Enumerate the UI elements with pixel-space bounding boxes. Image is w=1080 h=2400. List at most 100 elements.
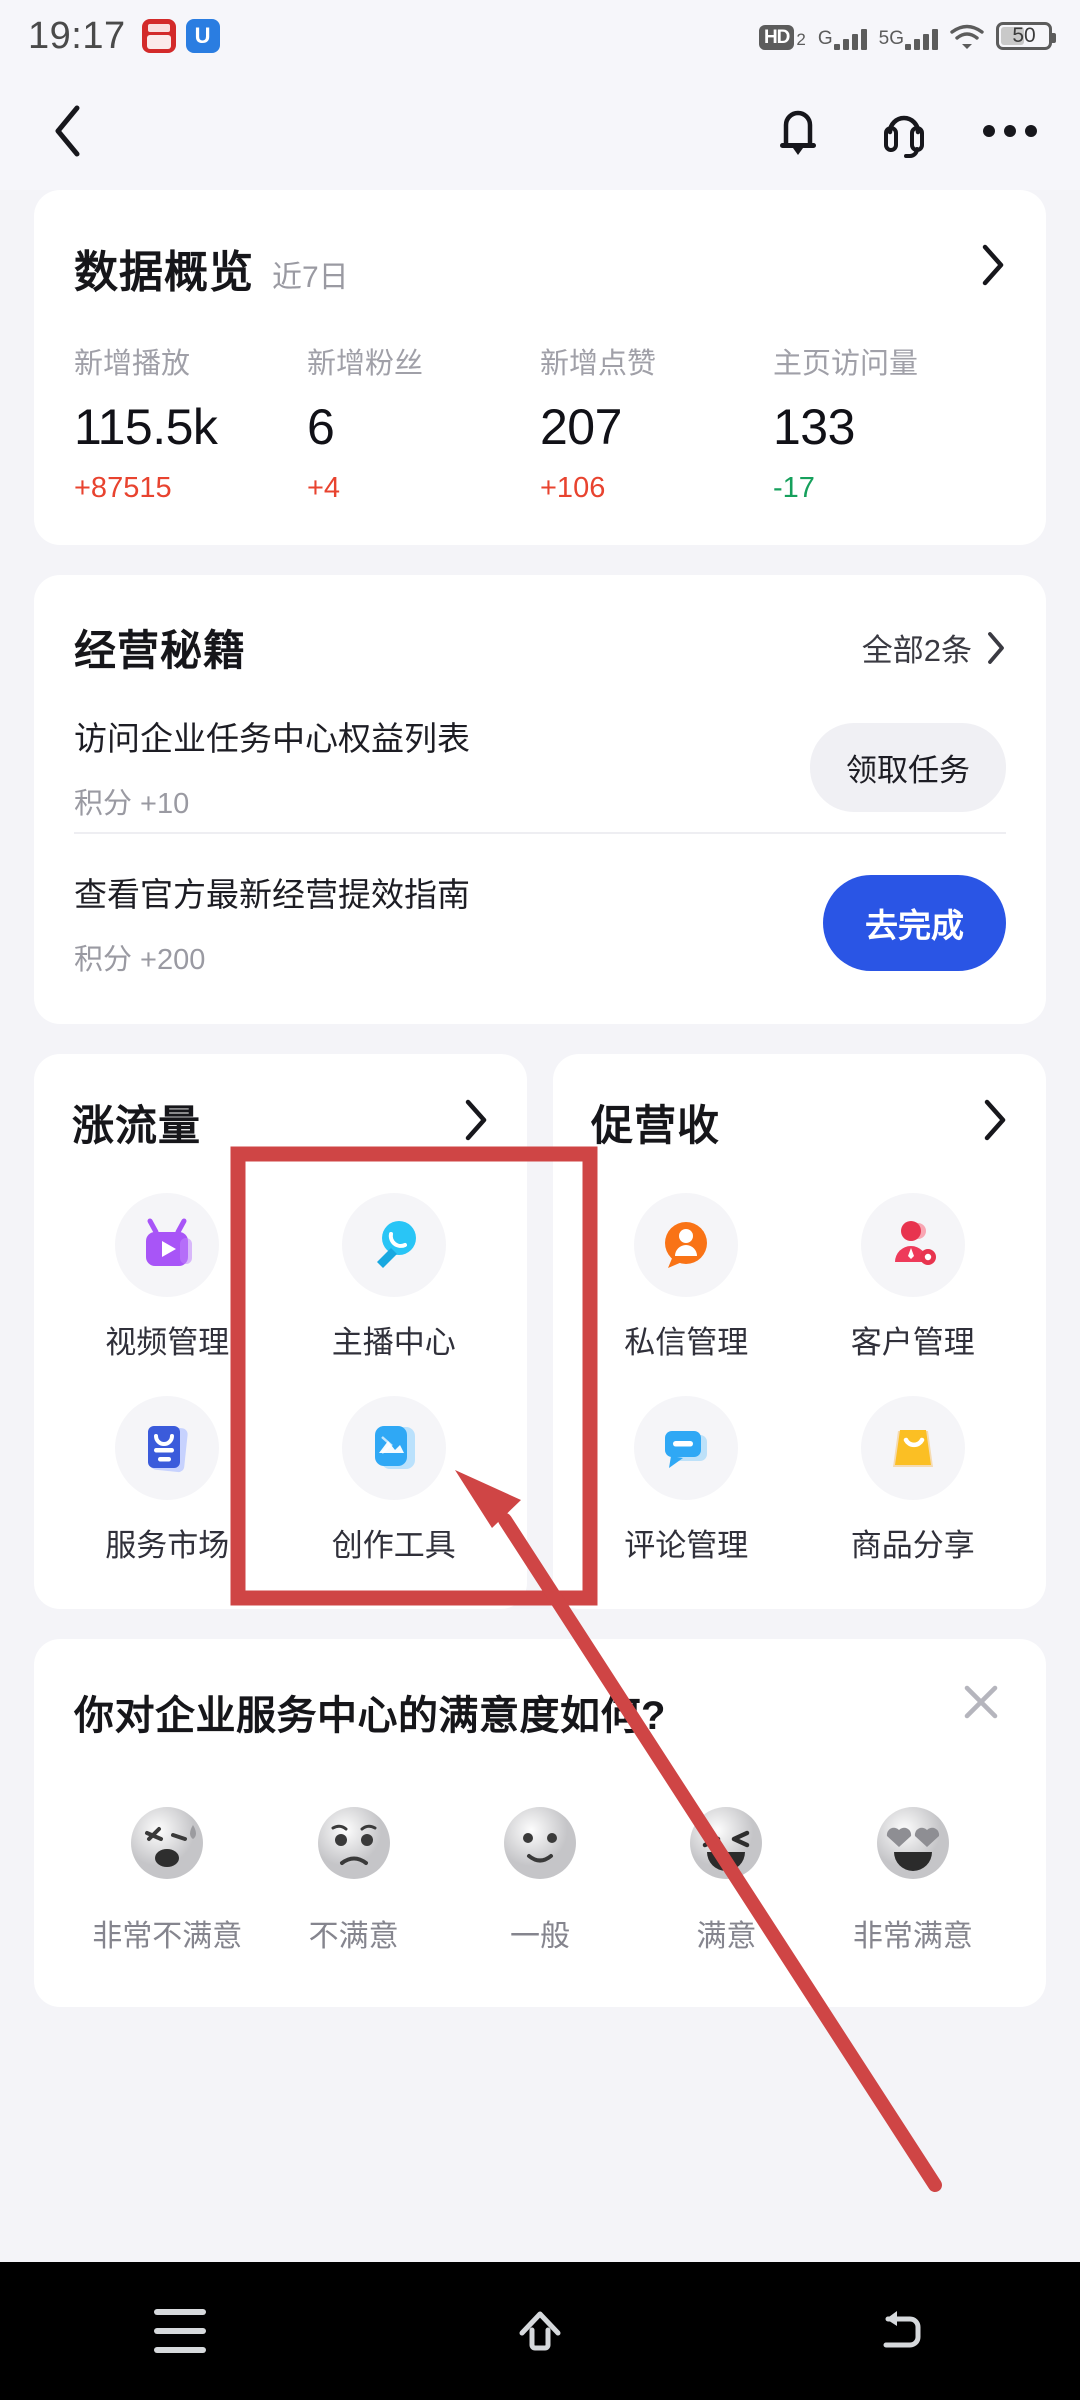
overview-metrics: 新增播放 115.5k +87515 新增粉丝 6 +4 新增点赞 207 +1… — [74, 340, 1006, 505]
tile-direct-message[interactable]: 私信管理 — [573, 1193, 800, 1362]
survey-option-satisfied[interactable]: 满意 — [633, 1795, 819, 1955]
app-header — [0, 72, 1080, 190]
recents-icon[interactable] — [105, 2281, 255, 2381]
tool-panels: 涨流量 视频管理 主播中心 服务市场 创作工具 促营收 私信管理 客户管理 评论… — [34, 1054, 1046, 1609]
product-share-icon — [860, 1396, 965, 1500]
metric-value: 133 — [773, 399, 855, 455]
tile-label: 服务市场 — [105, 1528, 230, 1563]
panel-grow-traffic: 涨流量 视频管理 主播中心 服务市场 创作工具 — [34, 1054, 527, 1609]
tips-header: 经营秘籍 全部2条 — [74, 617, 1006, 678]
header-actions — [768, 101, 1040, 161]
metric-delta: +4 — [307, 472, 341, 504]
overview-period: 近7日 — [272, 261, 349, 294]
tile-label: 创作工具 — [331, 1528, 456, 1563]
survey-option-very-satisfied[interactable]: 非常满意 — [820, 1795, 1006, 1955]
overview-chevron-right-icon[interactable] — [980, 243, 1006, 292]
panel-boost-revenue: 促营收 私信管理 客户管理 评论管理 商品分享 — [553, 1054, 1046, 1609]
claim-task-button[interactable]: 领取任务 — [810, 722, 1006, 812]
survey-options: 非常不满意 不满意 一般 满意 非常满意 — [74, 1795, 1006, 1955]
tile-product-share[interactable]: 商品分享 — [800, 1396, 1027, 1565]
panel-chevron-right-icon[interactable] — [463, 1098, 489, 1147]
metric-delta: +87515 — [74, 472, 172, 504]
metric-label: 主页访问量 — [773, 348, 919, 380]
wifi-icon — [950, 24, 984, 50]
home-icon[interactable] — [465, 2281, 615, 2381]
task-points: 积分 +10 — [74, 788, 190, 820]
task-title: 访问企业任务中心权益列表 — [74, 720, 470, 757]
page-content: 数据概览 近7日 新增播放 115.5k +87515 新增粉丝 6 +4 新增… — [0, 190, 1080, 2007]
survey-option-unsatisfied[interactable]: 不满意 — [260, 1795, 446, 1955]
satisfaction-survey-card: 你对企业服务中心的满意度如何? 非常不满意 不满意 一般 满意 非常满意 — [34, 1639, 1046, 2007]
comment-manage-icon — [634, 1396, 739, 1500]
service-market-icon — [115, 1396, 220, 1500]
video-manage-icon — [115, 1193, 220, 1297]
face-satisfied-icon — [690, 1807, 763, 1879]
status-app-icons: U — [141, 19, 220, 53]
battery-icon: 50 — [996, 22, 1056, 50]
survey-option-label: 非常不满意 — [92, 1920, 243, 1953]
metric-item: 新增点赞 207 +106 — [540, 340, 773, 505]
close-icon[interactable] — [954, 1675, 1008, 1729]
tile-service-market[interactable]: 服务市场 — [54, 1396, 281, 1565]
metric-value: 115.5k — [74, 399, 218, 455]
back-chevron-icon[interactable] — [40, 103, 96, 159]
overview-header: 数据概览 近7日 — [74, 236, 1006, 300]
metric-delta: +106 — [540, 472, 606, 504]
metric-item: 新增播放 115.5k +87515 — [74, 340, 307, 505]
tile-label: 评论管理 — [624, 1528, 749, 1563]
survey-question: 你对企业服务中心的满意度如何? — [74, 1694, 666, 1738]
tile-video-manage[interactable]: 视频管理 — [54, 1193, 281, 1362]
tile-label: 私信管理 — [624, 1325, 749, 1360]
tile-anchor-center[interactable]: 主播中心 — [281, 1193, 508, 1362]
tile-label: 商品分享 — [850, 1528, 975, 1563]
metric-label: 新增粉丝 — [307, 348, 424, 380]
face-unsatisfied-icon — [317, 1807, 390, 1879]
page-title: 数据概览 — [74, 248, 254, 297]
face-neutral-icon — [504, 1807, 577, 1879]
metric-value: 207 — [540, 399, 622, 455]
survey-option-neutral[interactable]: 一般 — [447, 1795, 633, 1955]
anchor-center-icon — [341, 1193, 446, 1297]
tips-title: 经营秘籍 — [74, 627, 247, 674]
signal-sim1-icon: G — [818, 28, 867, 50]
task-row: 访问企业任务中心权益列表 积分 +10 领取任务 — [74, 678, 1006, 832]
task-title: 查看官方最新经营提效指南 — [74, 876, 470, 913]
tile-comment-manage[interactable]: 评论管理 — [573, 1396, 800, 1565]
face-very-satisfied-icon — [876, 1807, 949, 1879]
tile-creation-tools[interactable]: 创作工具 — [281, 1396, 508, 1565]
survey-option-label: 非常满意 — [852, 1920, 973, 1953]
panel-title: 促营收 — [591, 1102, 721, 1149]
metric-item: 主页访问量 133 -17 — [773, 340, 1006, 505]
survey-option-label: 不满意 — [308, 1920, 399, 1953]
go-complete-button[interactable]: 去完成 — [823, 875, 1006, 971]
status-bar: 19:17 U HD 2 G 5G 50 — [0, 0, 1080, 72]
survey-option-label: 一般 — [510, 1920, 571, 1953]
data-overview-card[interactable]: 数据概览 近7日 新增播放 115.5k +87515 新增粉丝 6 +4 新增… — [34, 190, 1046, 545]
metric-value: 6 — [307, 399, 335, 455]
more-dots-icon[interactable] — [980, 101, 1040, 161]
tile-label: 主播中心 — [331, 1325, 456, 1360]
bell-icon[interactable] — [768, 101, 828, 161]
chevron-right-icon — [988, 631, 1004, 664]
panel-grid: 私信管理 客户管理 评论管理 商品分享 — [573, 1193, 1026, 1565]
metric-item: 新增粉丝 6 +4 — [307, 340, 540, 505]
tile-label: 视频管理 — [105, 1325, 230, 1360]
tile-customer-manage[interactable]: 客户管理 — [800, 1193, 1027, 1362]
android-navigation-bar — [0, 2262, 1080, 2400]
survey-option-very-unsatisfied[interactable]: 非常不满意 — [74, 1795, 260, 1955]
back-icon[interactable] — [825, 2281, 975, 2381]
tile-label: 客户管理 — [850, 1325, 975, 1360]
headset-icon[interactable] — [874, 101, 934, 161]
signal-sim2-icon: 5G — [879, 28, 938, 50]
panel-chevron-right-icon[interactable] — [982, 1098, 1008, 1147]
task-row: 查看官方最新经营提效指南 积分 +200 去完成 — [74, 832, 1006, 988]
panel-grid: 视频管理 主播中心 服务市场 创作工具 — [54, 1193, 507, 1565]
notification-app-red-icon — [141, 19, 176, 53]
panel-header[interactable]: 涨流量 — [54, 1092, 507, 1153]
tips-view-all[interactable]: 全部2条 — [862, 625, 1006, 670]
survey-option-label: 满意 — [696, 1920, 757, 1953]
hd-voice-icon: HD 2 — [758, 25, 806, 50]
panel-header[interactable]: 促营收 — [573, 1092, 1026, 1153]
metric-label: 新增点赞 — [540, 348, 657, 380]
task-points: 积分 +200 — [74, 944, 206, 976]
